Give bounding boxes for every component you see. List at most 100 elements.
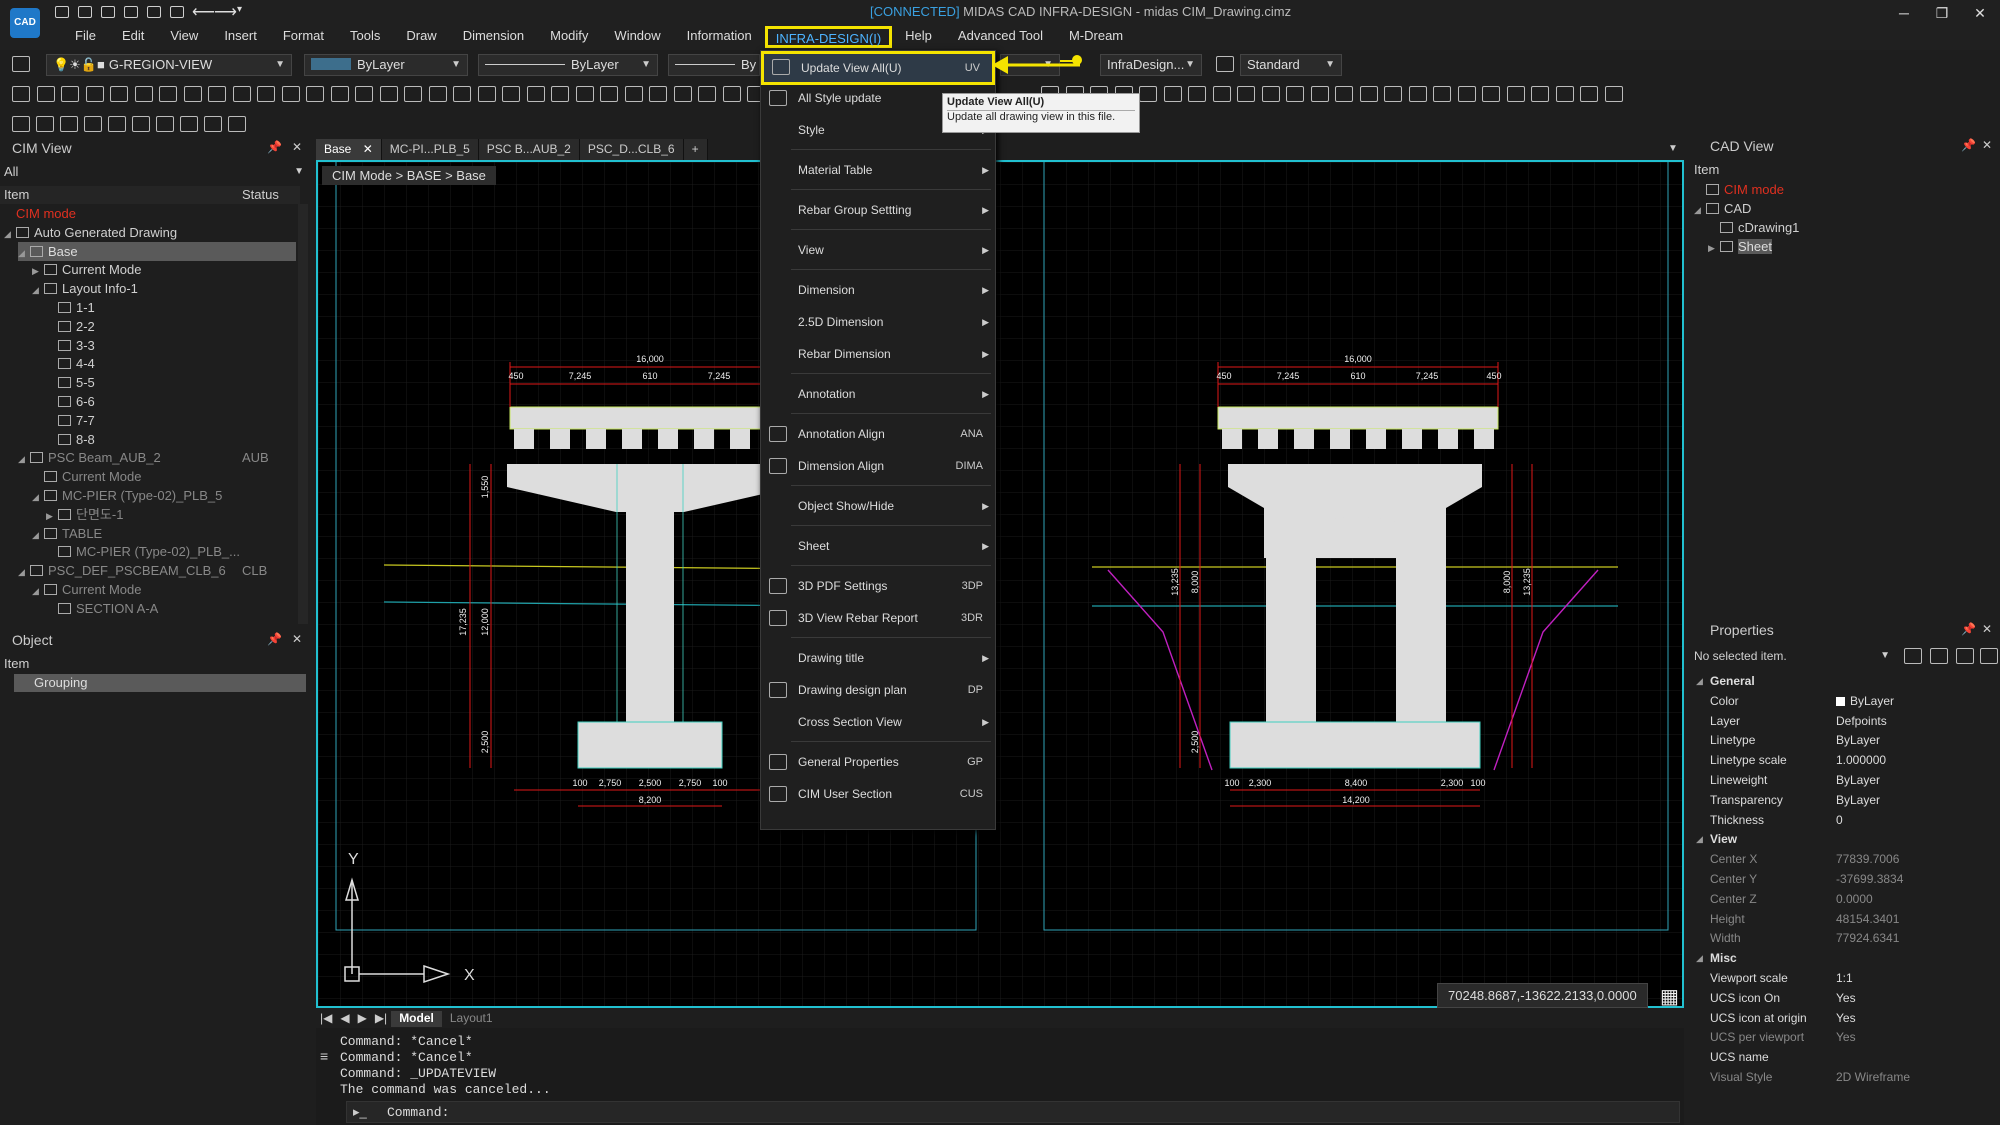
- draw-tool-icon[interactable]: [1555, 86, 1574, 102]
- menu-edit[interactable]: Edit: [109, 26, 157, 48]
- new-file-icon[interactable]: [55, 6, 69, 18]
- snap-tool-icon[interactable]: [60, 116, 78, 132]
- maximize-button[interactable]: ❐: [1926, 2, 1958, 24]
- property-row[interactable]: UCS icon On Yes: [1690, 989, 1996, 1008]
- menu-item[interactable]: Annotation Align ANA: [761, 421, 995, 447]
- snap-tool-icon[interactable]: [84, 116, 102, 132]
- drawing-canvas[interactable]: 16,000 450 7,245 610 7,245 450 100 2,750…: [316, 160, 1684, 1008]
- menu-item[interactable]: Object Show/Hide ▶: [761, 493, 995, 519]
- draw-tool-icon[interactable]: [61, 86, 79, 102]
- property-row[interactable]: Color ByLayer: [1690, 692, 1996, 711]
- grid-view-icon[interactable]: ▦: [1660, 984, 1679, 1009]
- snap-tool-icon[interactable]: [132, 116, 150, 132]
- prev-tab-icon[interactable]: ◀: [336, 1011, 353, 1027]
- cad-tree-item[interactable]: CIM mode: [1694, 180, 1994, 199]
- property-row[interactable]: Center Z 0.0000: [1690, 890, 1996, 909]
- draw-tool-icon[interactable]: [379, 86, 398, 102]
- property-row[interactable]: Viewport scale 1:1: [1690, 969, 1996, 988]
- cim-tree-item[interactable]: ◢ PSC_DEF_PSCBEAM_CLB_6 CLB: [18, 561, 296, 580]
- menu-item[interactable]: General Properties GP: [761, 749, 995, 775]
- minimize-button[interactable]: ─: [1888, 2, 1920, 24]
- draw-tool-icon[interactable]: [1604, 86, 1623, 102]
- menu-advanced-tool[interactable]: Advanced Tool: [945, 26, 1056, 48]
- draw-tool-icon[interactable]: [232, 86, 251, 102]
- new-tab-button[interactable]: +: [683, 139, 708, 160]
- draw-tool-icon[interactable]: [1359, 86, 1378, 102]
- menu-format[interactable]: Format: [270, 26, 337, 48]
- snap-tool-icon[interactable]: [180, 116, 198, 132]
- snap-tool-icon[interactable]: [36, 116, 54, 132]
- tab-psc-clb[interactable]: PSC_D...CLB_6: [579, 139, 684, 160]
- print-icon[interactable]: [147, 6, 161, 18]
- draw-tool-icon[interactable]: [428, 86, 447, 102]
- draw-tool-icon[interactable]: [551, 86, 569, 102]
- grouping-item[interactable]: Grouping: [14, 674, 306, 692]
- draw-tool-icon[interactable]: [1335, 86, 1353, 102]
- menu-item[interactable]: Drawing design plan DP: [761, 677, 995, 703]
- draw-tool-icon[interactable]: [159, 86, 177, 102]
- property-row[interactable]: Visual Style 2D Wireframe: [1690, 1068, 1996, 1087]
- linetype-combo[interactable]: ByLayer ▼: [478, 54, 658, 76]
- command-menu-icon[interactable]: ≡: [320, 1048, 328, 1064]
- menu-item[interactable]: Material Table ▶: [761, 157, 995, 183]
- collapse-icon[interactable]: ◢: [1696, 830, 1703, 849]
- draw-tool-icon[interactable]: [1506, 86, 1525, 102]
- property-row[interactable]: Linetype scale 1.000000: [1690, 751, 1996, 770]
- expand-icon[interactable]: ◢: [32, 281, 44, 300]
- menu-insert[interactable]: Insert: [211, 26, 270, 48]
- draw-tool-icon[interactable]: [673, 86, 692, 102]
- property-row[interactable]: Linetype ByLayer: [1690, 731, 1996, 750]
- draw-tool-icon[interactable]: [1139, 86, 1157, 102]
- tab-model[interactable]: Model: [391, 1011, 442, 1027]
- menu-item[interactable]: Rebar Group Settting ▶: [761, 197, 995, 223]
- match-props-icon[interactable]: [1980, 648, 1998, 664]
- expand-icon[interactable]: ◢: [18, 450, 30, 469]
- draw-tool-icon[interactable]: [306, 86, 324, 102]
- property-row[interactable]: UCS per viewport Yes: [1690, 1028, 1996, 1047]
- draw-tool-icon[interactable]: [183, 86, 202, 102]
- menu-file[interactable]: File: [62, 26, 109, 48]
- cim-tree-item[interactable]: ▶ 단면도-1: [46, 505, 296, 524]
- draw-tool-icon[interactable]: [1384, 86, 1402, 102]
- cad-tree-item[interactable]: cDrawing1: [1708, 218, 1994, 237]
- draw-tool-icon[interactable]: [1163, 86, 1182, 102]
- close-icon[interactable]: ✕: [1982, 138, 1992, 152]
- snap-tool-icon[interactable]: [228, 116, 246, 132]
- draw-tool-icon[interactable]: [502, 86, 520, 102]
- cim-tree-item[interactable]: MC-PIER (Type-02)_PLB_...: [46, 542, 296, 561]
- cim-tree-item[interactable]: 8-8: [46, 430, 296, 449]
- menu-item[interactable]: Rebar Dimension ▶: [761, 341, 995, 367]
- menu-modify[interactable]: Modify: [537, 26, 601, 48]
- draw-tool-icon[interactable]: [1580, 86, 1598, 102]
- layer-combo[interactable]: 💡☀🔓■ G-REGION-VIEW ▼: [46, 54, 292, 76]
- layer-manager-icon[interactable]: [12, 56, 30, 72]
- property-row[interactable]: Layer Defpoints: [1690, 712, 1996, 731]
- draw-tool-icon[interactable]: [1310, 86, 1329, 102]
- menu-item[interactable]: Sheet ▶: [761, 533, 995, 559]
- expand-icon[interactable]: ◢: [4, 225, 16, 244]
- cim-tree-item[interactable]: ▶ Current Mode: [32, 260, 296, 279]
- close-icon[interactable]: ✕: [292, 632, 302, 646]
- cad-tree-item[interactable]: ◢ CAD: [1694, 199, 1994, 218]
- draw-tool-icon[interactable]: [355, 86, 373, 102]
- text-style-combo[interactable]: Standard ▼: [1240, 54, 1342, 76]
- cim-tree-item[interactable]: ◢ TABLE: [32, 524, 296, 543]
- draw-tool-icon[interactable]: [575, 86, 594, 102]
- property-row[interactable]: Lineweight ByLayer: [1690, 771, 1996, 790]
- cim-tree-item[interactable]: ◢ Current Mode: [32, 580, 296, 599]
- property-row[interactable]: Thickness 0: [1690, 811, 1996, 830]
- close-button[interactable]: ✕: [1964, 2, 1996, 24]
- draw-tool-icon[interactable]: [722, 86, 741, 102]
- close-icon[interactable]: ✕: [292, 140, 302, 154]
- next-tab-icon[interactable]: ▶: [354, 1011, 371, 1027]
- menu-information[interactable]: Information: [674, 26, 765, 48]
- property-row[interactable]: Transparency ByLayer: [1690, 791, 1996, 810]
- draw-tool-icon[interactable]: [36, 86, 55, 102]
- draw-tool-icon[interactable]: [1433, 86, 1451, 102]
- pickadd-icon[interactable]: [1956, 648, 1974, 664]
- first-tab-icon[interactable]: |◀: [316, 1011, 336, 1027]
- cim-tree-item[interactable]: 5-5: [46, 373, 296, 392]
- draw-tool-icon[interactable]: [526, 86, 545, 102]
- snap-tool-icon[interactable]: [12, 116, 30, 132]
- cim-tree-item[interactable]: 3-3: [46, 336, 296, 355]
